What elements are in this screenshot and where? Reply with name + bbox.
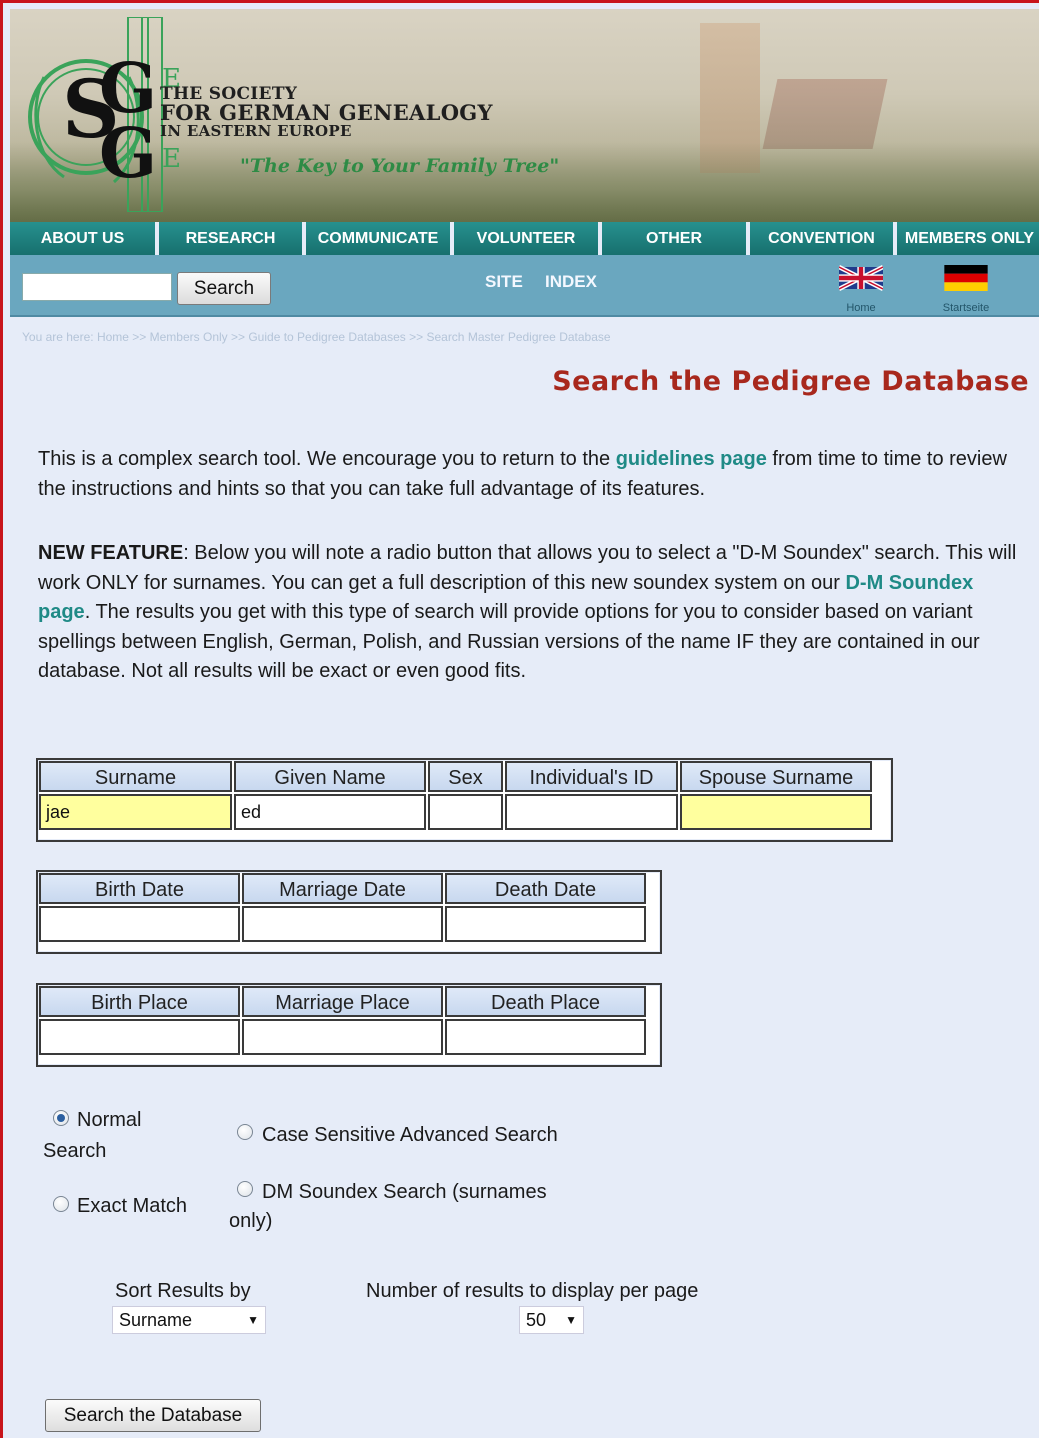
date-search-table: Birth Date Marriage Date Death Date [36,870,662,954]
chevron-down-icon: ▼ [565,1313,577,1327]
place-search-table: Birth Place Marriage Place Death Place [36,983,662,1067]
dm-soundex-radio[interactable] [237,1181,253,1197]
nav-convention[interactable]: CONVENTION [750,222,897,255]
dm-soundex-label-2[interactable]: only) [229,1206,272,1236]
header-birth-date: Birth Date [39,873,240,904]
normal-search-radio[interactable] [53,1110,69,1126]
feature-label: NEW FEATURE [38,542,184,564]
page: S G G E E THE SOCIETY FOR GERMAN GENEALO… [0,0,1039,1438]
site-search-button[interactable]: Search [177,272,271,305]
normal-search-label-1[interactable]: Normal [77,1105,141,1135]
exact-match-label[interactable]: Exact Match [77,1191,187,1221]
site-search-input[interactable] [22,273,172,301]
header-death-place: Death Place [445,986,646,1017]
uk-flag-icon [838,265,884,291]
per-page-select-value: 50 [526,1310,547,1330]
header-individual-id: Individual's ID [505,761,678,792]
per-page-select[interactable]: 50 ▼ [519,1306,584,1334]
header-death-date: Death Date [445,873,646,904]
given-name-input[interactable]: ed [234,794,426,830]
case-sensitive-radio[interactable] [237,1124,253,1140]
index-link[interactable]: INDEX [545,272,597,292]
nav-about-us[interactable]: ABOUT US [10,222,159,255]
feature-paragraph: NEW FEATURE: Below you will note a radio… [38,539,1023,687]
marriage-place-input[interactable] [242,1019,443,1055]
marriage-date-input[interactable] [242,906,443,942]
header-given-name: Given Name [234,761,426,792]
nav-members-only[interactable]: MEMBERS ONLY [897,222,1039,255]
startseite-caption: Startseite [942,302,990,314]
search-bar: Search SITE INDEX Home Startseite [10,255,1039,317]
sex-input[interactable] [428,794,503,830]
nav-research[interactable]: RESEARCH [159,222,306,255]
page-title: Search the Pedigree Database [552,366,1029,397]
site-link[interactable]: SITE [485,272,523,292]
intro-paragraph: This is a complex search tool. We encour… [38,445,1023,504]
chevron-down-icon: ▼ [247,1313,259,1327]
birth-date-input[interactable] [39,906,240,942]
death-date-input[interactable] [445,906,646,942]
surname-input[interactable]: jae [39,794,232,830]
search-database-button[interactable]: Search the Database [45,1399,261,1432]
sort-label: Sort Results by [115,1280,251,1302]
individual-id-input[interactable] [505,794,678,830]
death-place-input[interactable] [445,1019,646,1055]
feature-text-after: . The results you get with this type of … [38,601,980,682]
tagline: "The Key to Your Family Tree" [240,155,560,177]
header-marriage-place: Marriage Place [242,986,443,1017]
name-search-table: Surname Given Name Sex Individual's ID S… [36,758,893,842]
header-spouse-surname: Spouse Surname [680,761,872,792]
intro-text-before: This is a complex search tool. We encour… [38,448,616,470]
banner-roof-image [762,79,888,149]
normal-search-label-2[interactable]: Search [43,1136,106,1166]
header-surname: Surname [39,761,232,792]
nav-other[interactable]: OTHER [602,222,750,255]
header-banner: S G G E E THE SOCIETY FOR GERMAN GENEALO… [10,9,1039,222]
svg-text:E: E [162,144,181,174]
birth-place-input[interactable] [39,1019,240,1055]
nav-communicate[interactable]: COMMUNICATE [306,222,454,255]
header-marriage-date: Marriage Date [242,873,443,904]
germany-flag-icon [944,265,988,291]
sort-select-value: Surname [119,1310,193,1330]
nav-volunteer[interactable]: VOLUNTEER [454,222,602,255]
home-english-link[interactable]: Home [836,265,886,314]
header-sex: Sex [428,761,503,792]
sort-select[interactable]: Surname ▼ [112,1306,266,1334]
case-sensitive-label[interactable]: Case Sensitive Advanced Search [262,1120,558,1150]
startseite-german-link[interactable]: Startseite [936,265,996,314]
exact-match-radio[interactable] [53,1196,69,1212]
main-nav: ABOUT US RESEARCH COMMUNICATE VOLUNTEER … [10,222,1039,255]
society-line-3: IN EASTERN EUROPE [160,122,352,140]
spouse-surname-input[interactable] [680,794,872,830]
home-caption: Home [846,302,876,314]
svg-text:G: G [99,114,157,194]
per-page-label: Number of results to display per page [366,1280,699,1302]
guidelines-link[interactable]: guidelines page [616,448,767,470]
dm-soundex-label-1[interactable]: DM Soundex Search (surnames [262,1177,547,1207]
breadcrumb[interactable]: You are here: Home >> Members Only >> Gu… [22,330,611,344]
header-birth-place: Birth Place [39,986,240,1017]
